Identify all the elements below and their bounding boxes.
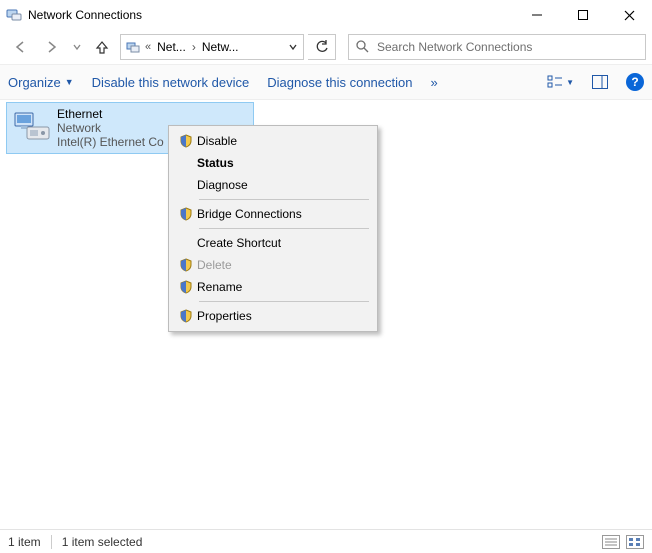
navigation-row: « Net... › Netw... [0, 30, 652, 64]
chevron-down-icon: ▼ [65, 77, 74, 87]
ctx-separator [199, 199, 369, 200]
search-icon [355, 39, 369, 56]
disable-device-label: Disable this network device [92, 75, 250, 90]
ctx-properties[interactable]: Properties [171, 305, 375, 327]
adapter-text: Ethernet Network Intel(R) Ethernet Co [57, 107, 164, 149]
status-bar: 1 item 1 item selected [0, 529, 652, 553]
shield-icon [175, 134, 197, 148]
search-box[interactable] [348, 34, 646, 60]
status-separator [51, 535, 52, 549]
ctx-disable-label: Disable [197, 134, 237, 148]
diagnose-label: Diagnose this connection [267, 75, 412, 90]
chevron-down-icon: ▼ [566, 78, 574, 87]
large-icons-view-button[interactable] [626, 535, 644, 549]
minimize-button[interactable] [514, 0, 560, 30]
window-title: Network Connections [28, 8, 142, 22]
ctx-diagnose[interactable]: Diagnose [171, 174, 375, 196]
ctx-status[interactable]: Status [171, 152, 375, 174]
forward-button[interactable] [38, 33, 66, 61]
shield-icon [175, 309, 197, 323]
status-item-count: 1 item [8, 535, 41, 549]
ctx-bridge-label: Bridge Connections [197, 207, 302, 221]
view-options-button[interactable]: ▼ [547, 75, 574, 89]
ctx-create-shortcut-label: Create Shortcut [197, 236, 281, 250]
overflow-button[interactable]: » [430, 75, 437, 90]
maximize-button[interactable] [560, 0, 606, 30]
diagnose-connection-button[interactable]: Diagnose this connection [267, 75, 412, 90]
disable-device-button[interactable]: Disable this network device [92, 75, 250, 90]
ctx-separator [199, 301, 369, 302]
back-button[interactable] [6, 33, 34, 61]
ctx-separator [199, 228, 369, 229]
breadcrumb-overflow-icon[interactable]: « [143, 41, 153, 53]
ctx-properties-label: Properties [197, 309, 252, 323]
ctx-create-shortcut[interactable]: Create Shortcut [171, 232, 375, 254]
network-adapter-icon [13, 109, 51, 147]
preview-pane-button[interactable] [592, 75, 608, 89]
address-bar[interactable]: « Net... › Netw... [120, 34, 304, 60]
search-input[interactable] [375, 39, 639, 55]
organize-label: Organize [8, 75, 61, 90]
adapter-device: Intel(R) Ethernet Co [57, 135, 164, 149]
location-icon [125, 39, 141, 55]
command-bar: Organize ▼ Disable this network device D… [0, 64, 652, 100]
ctx-disable[interactable]: Disable [171, 130, 375, 152]
network-connections-icon [6, 7, 22, 23]
ctx-delete-label: Delete [197, 258, 232, 272]
shield-icon [175, 207, 197, 221]
ctx-status-label: Status [197, 156, 234, 170]
address-history-dropdown[interactable] [285, 40, 301, 54]
breadcrumb-segment-2[interactable]: Netw... [198, 40, 243, 54]
close-button[interactable] [606, 0, 652, 30]
organize-button[interactable]: Organize ▼ [8, 75, 74, 90]
up-button[interactable] [88, 33, 116, 61]
ctx-rename-label: Rename [197, 280, 242, 294]
ctx-delete: Delete [171, 254, 375, 276]
adapter-status: Network [57, 121, 164, 135]
status-selected-count: 1 item selected [62, 535, 143, 549]
recent-locations-dropdown[interactable] [70, 33, 84, 61]
help-button[interactable]: ? [626, 73, 644, 91]
breadcrumb-segment-1[interactable]: Net... [153, 40, 190, 54]
ctx-rename[interactable]: Rename [171, 276, 375, 298]
context-menu: Disable Status Diagnose Bridge Connectio… [168, 125, 378, 332]
chevron-right-icon[interactable]: › [190, 40, 198, 54]
titlebar: Network Connections [0, 0, 652, 30]
details-view-button[interactable] [602, 535, 620, 549]
shield-icon [175, 280, 197, 294]
adapter-name: Ethernet [57, 107, 164, 121]
refresh-button[interactable] [308, 34, 336, 60]
ctx-bridge[interactable]: Bridge Connections [171, 203, 375, 225]
ctx-diagnose-label: Diagnose [197, 178, 248, 192]
shield-icon [175, 258, 197, 272]
